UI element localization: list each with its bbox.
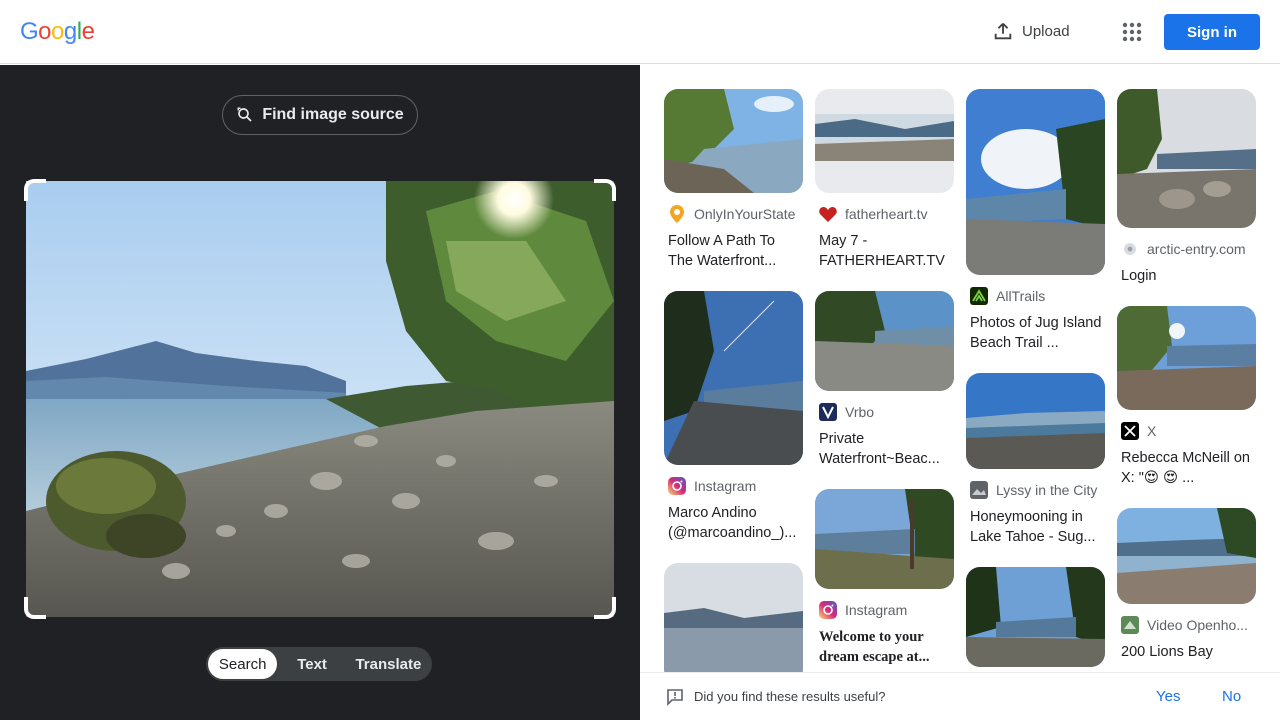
feedback-yes-button[interactable]: Yes xyxy=(1156,688,1180,705)
crop-handle[interactable] xyxy=(594,597,616,619)
result-source: Instagram xyxy=(664,477,803,495)
find-image-source-label: Find image source xyxy=(262,106,404,123)
logo-letter: g xyxy=(63,18,77,45)
result-source-name: Instagram xyxy=(694,478,757,494)
openhouse-icon xyxy=(1121,616,1139,634)
result-card[interactable]: Video Openho... 200 Lions Bay xyxy=(1117,508,1256,662)
result-card[interactable]: Instagram Welcome to your dream escape a… xyxy=(815,489,954,667)
logo-letter: G xyxy=(20,18,39,45)
result-source-name: OnlyInYourState xyxy=(694,206,796,222)
visual-matches: OnlyInYourState Follow A Path To The Wat… xyxy=(640,65,1280,672)
result-thumbnail xyxy=(966,89,1105,275)
result-thumbnail xyxy=(815,489,954,589)
result-source: OnlyInYourState xyxy=(664,205,803,223)
result-title[interactable]: Follow A Path To The Waterfront... xyxy=(664,231,803,271)
result-source-name: Video Openho... xyxy=(1147,617,1248,633)
globe-icon xyxy=(1121,240,1139,258)
logo-letter: e xyxy=(81,18,95,45)
feedback-no-button[interactable]: No xyxy=(1222,688,1241,705)
result-card[interactable]: Lyssy in the City Honeymooning in Lake T… xyxy=(966,373,1105,547)
result-card[interactable]: arctic-entry.com Login xyxy=(1117,89,1256,286)
result-title[interactable]: Rebecca McNeill on X: "😍 😍 ... xyxy=(1117,448,1256,488)
crop-handle[interactable] xyxy=(24,597,46,619)
result-card[interactable]: OnlyInYourState Follow A Path To The Wat… xyxy=(664,89,803,271)
result-title[interactable]: Welcome to your dream escape at... xyxy=(815,627,954,667)
result-thumbnail xyxy=(664,563,803,672)
results-column: OnlyInYourState Follow A Path To The Wat… xyxy=(664,89,803,672)
feedback-bar: Did you find these results useful? Yes N… xyxy=(640,672,1280,720)
result-title[interactable]: Marco Andino (@marcoandino_)... xyxy=(664,503,803,543)
result-title[interactable]: May 7 - FATHERHEART.TV xyxy=(815,231,954,271)
result-thumbnail xyxy=(966,567,1105,667)
query-photo xyxy=(26,181,614,617)
result-title[interactable]: Photos of Jug Island Beach Trail ... xyxy=(966,313,1105,353)
result-source: Lyssy in the City xyxy=(966,481,1105,499)
sign-in-button[interactable]: Sign in xyxy=(1164,14,1260,50)
x-icon xyxy=(1121,422,1139,440)
result-card[interactable]: X Rebecca McNeill on X: "😍 😍 ... xyxy=(1117,306,1256,488)
tab-search[interactable]: Search xyxy=(208,649,278,679)
tab-translate[interactable]: Translate xyxy=(347,649,430,679)
result-source-name: Lyssy in the City xyxy=(996,482,1098,498)
map-pin-icon xyxy=(668,205,686,223)
find-image-source-button[interactable]: Find image source xyxy=(222,95,418,135)
results-column: AllTrails Photos of Jug Island Beach Tra… xyxy=(966,89,1105,672)
result-source: X xyxy=(1117,422,1256,440)
result-source: Instagram xyxy=(815,601,954,619)
result-source-name: Vrbo xyxy=(845,404,875,420)
result-title[interactable]: Honeymooning in Lake Tahoe - Sug... xyxy=(966,507,1105,547)
results-column: arctic-entry.com Login X Rebecca McNeill… xyxy=(1117,89,1256,672)
result-source: arctic-entry.com xyxy=(1117,240,1256,258)
feedback-icon xyxy=(667,689,683,706)
mode-tabs: Search Text Translate xyxy=(206,647,432,681)
result-card[interactable]: fatherheart.tv May 7 - FATHERHEART.TV xyxy=(815,89,954,271)
result-title[interactable]: 200 Lions Bay xyxy=(1117,642,1256,662)
google-logo[interactable]: Google xyxy=(20,18,95,46)
query-image-panel: Find image source Search Text Translate xyxy=(0,65,640,720)
crop-handle[interactable] xyxy=(594,179,616,201)
result-title[interactable]: Private Waterfront~Beac... xyxy=(815,429,954,469)
logo-letter: o xyxy=(38,18,52,45)
alltrails-icon xyxy=(970,287,988,305)
result-source: AllTrails xyxy=(966,287,1105,305)
results-column: fatherheart.tv May 7 - FATHERHEART.TV Vr… xyxy=(815,89,954,672)
result-thumbnail xyxy=(664,291,803,465)
logo-letter: o xyxy=(51,18,64,45)
tab-text[interactable]: Text xyxy=(277,649,346,679)
feedback-question: Did you find these results useful? xyxy=(694,689,886,704)
result-card[interactable]: Instagram Marco Andino (@marcoandino_)..… xyxy=(664,291,803,543)
header: Google Upload Sign in xyxy=(0,0,1280,64)
instagram-icon xyxy=(819,601,837,619)
crop-handle[interactable] xyxy=(24,179,46,201)
site-icon xyxy=(970,481,988,499)
result-thumbnail xyxy=(1117,306,1256,410)
vrbo-icon xyxy=(819,403,837,421)
result-card[interactable] xyxy=(664,563,803,672)
result-source-name: AllTrails xyxy=(996,288,1046,304)
result-source: fatherheart.tv xyxy=(815,205,954,223)
result-thumbnail xyxy=(1117,508,1256,604)
result-source: Video Openho... xyxy=(1117,616,1256,634)
result-thumbnail xyxy=(966,373,1105,469)
heart-icon xyxy=(819,205,837,223)
apps-grid-icon[interactable] xyxy=(1122,22,1142,42)
result-source: Vrbo xyxy=(815,403,954,421)
result-card[interactable] xyxy=(966,567,1105,667)
result-thumbnail xyxy=(664,89,803,193)
result-source-name: Instagram xyxy=(845,602,908,618)
lens-search-icon xyxy=(237,107,252,122)
instagram-icon xyxy=(668,477,686,495)
result-card[interactable]: Vrbo Private Waterfront~Beac... xyxy=(815,291,954,469)
result-thumbnail xyxy=(815,291,954,391)
upload-label: Upload xyxy=(1022,22,1070,40)
result-thumbnail xyxy=(1117,89,1256,228)
result-card[interactable]: AllTrails Photos of Jug Island Beach Tra… xyxy=(966,89,1105,353)
result-thumbnail xyxy=(815,89,954,193)
upload-button[interactable]: Upload xyxy=(992,20,1070,42)
result-source-name: fatherheart.tv xyxy=(845,206,928,222)
result-title[interactable]: Login xyxy=(1117,266,1256,286)
upload-icon xyxy=(994,23,1012,40)
result-source-name: X xyxy=(1147,423,1157,439)
result-source-name: arctic-entry.com xyxy=(1147,241,1246,257)
